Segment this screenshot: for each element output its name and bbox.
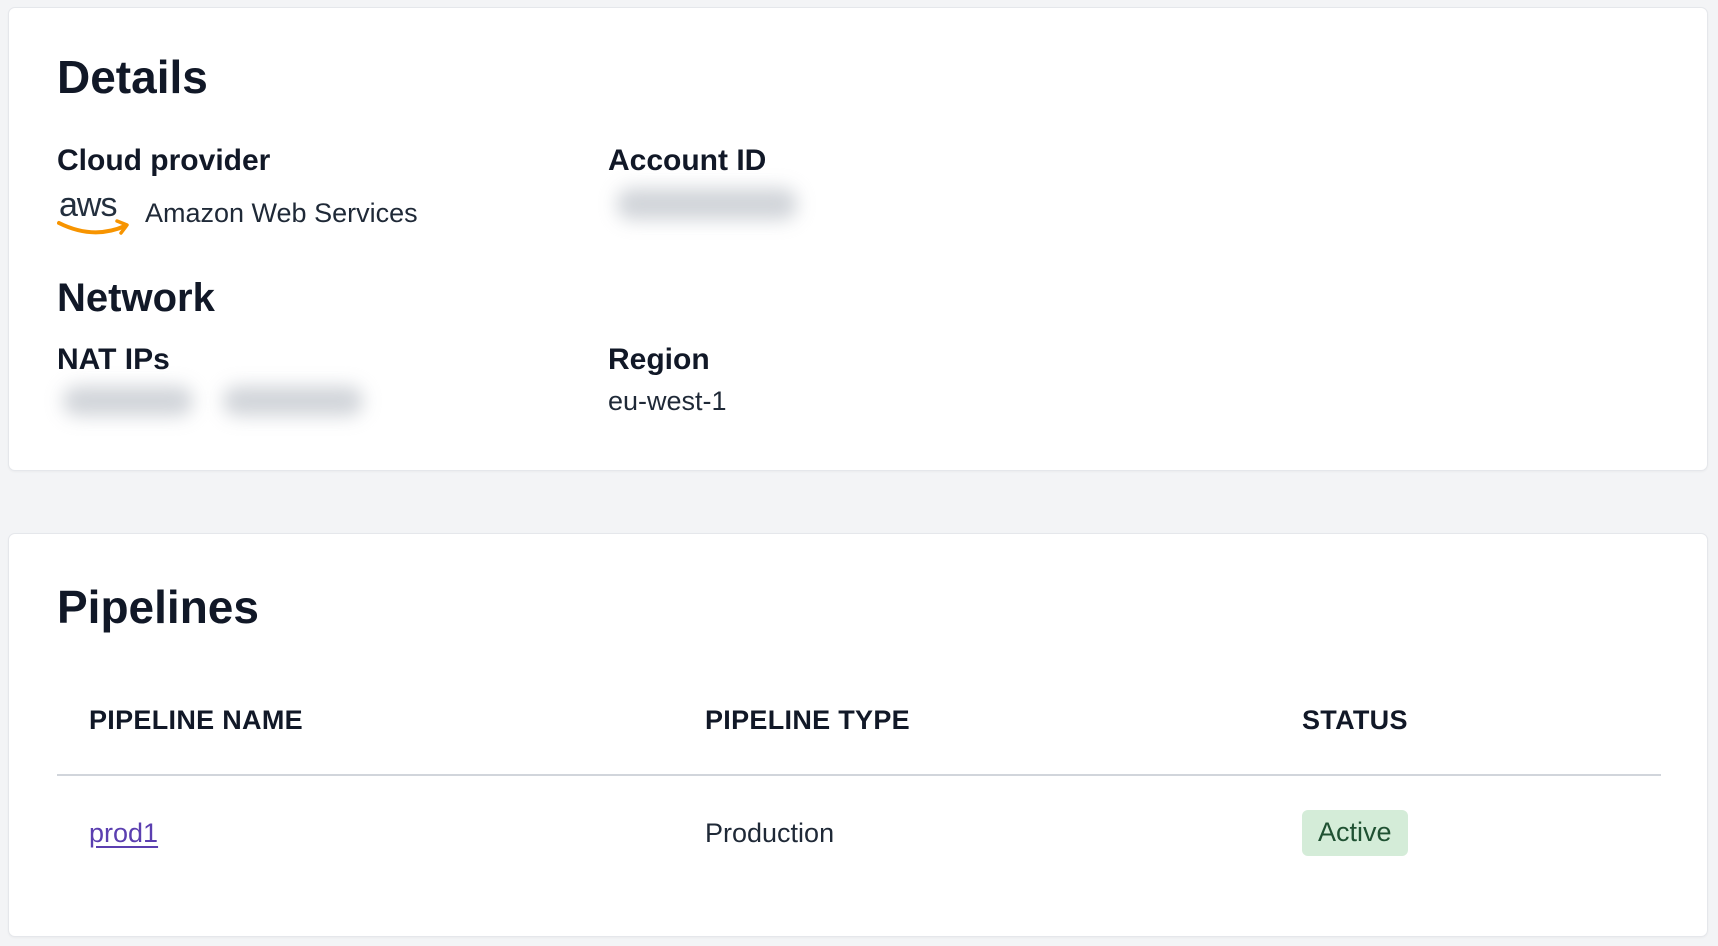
nat-ip-1-redacted xyxy=(63,386,193,416)
details-card: Details Cloud provider aws Amazon Web Se… xyxy=(8,7,1708,471)
column-header-pipeline-type[interactable]: PIPELINE TYPE xyxy=(705,707,910,734)
pipeline-type-cell: Production xyxy=(705,818,835,848)
region-value: eu-west-1 xyxy=(608,386,727,416)
account-id-value-redacted xyxy=(617,188,797,220)
aws-logo-icon: aws xyxy=(57,188,129,235)
aws-logo-text: aws xyxy=(59,188,116,224)
region-label: Region xyxy=(608,343,710,376)
status-badge: Active xyxy=(1302,810,1408,856)
column-header-status[interactable]: STATUS xyxy=(1302,707,1408,734)
pipeline-name-link[interactable]: prod1 xyxy=(89,820,158,847)
account-id-label: Account ID xyxy=(608,144,767,177)
cloud-provider-name: Amazon Web Services xyxy=(145,197,418,228)
cloud-provider-label: Cloud provider xyxy=(57,144,271,177)
nat-ip-2-redacted xyxy=(223,386,363,416)
nat-ips-label: NAT IPs xyxy=(57,343,170,376)
table-row: prod1 Production Active xyxy=(9,790,1709,870)
details-title: Details xyxy=(57,51,208,103)
table-header-divider xyxy=(57,774,1661,776)
cloud-provider-value: aws Amazon Web Services xyxy=(57,188,418,238)
pipelines-title: Pipelines xyxy=(57,581,259,633)
network-title: Network xyxy=(57,276,215,320)
column-header-pipeline-name[interactable]: PIPELINE NAME xyxy=(89,707,303,734)
pipelines-card: Pipelines PIPELINE NAME PIPELINE TYPE ST… xyxy=(8,533,1708,937)
